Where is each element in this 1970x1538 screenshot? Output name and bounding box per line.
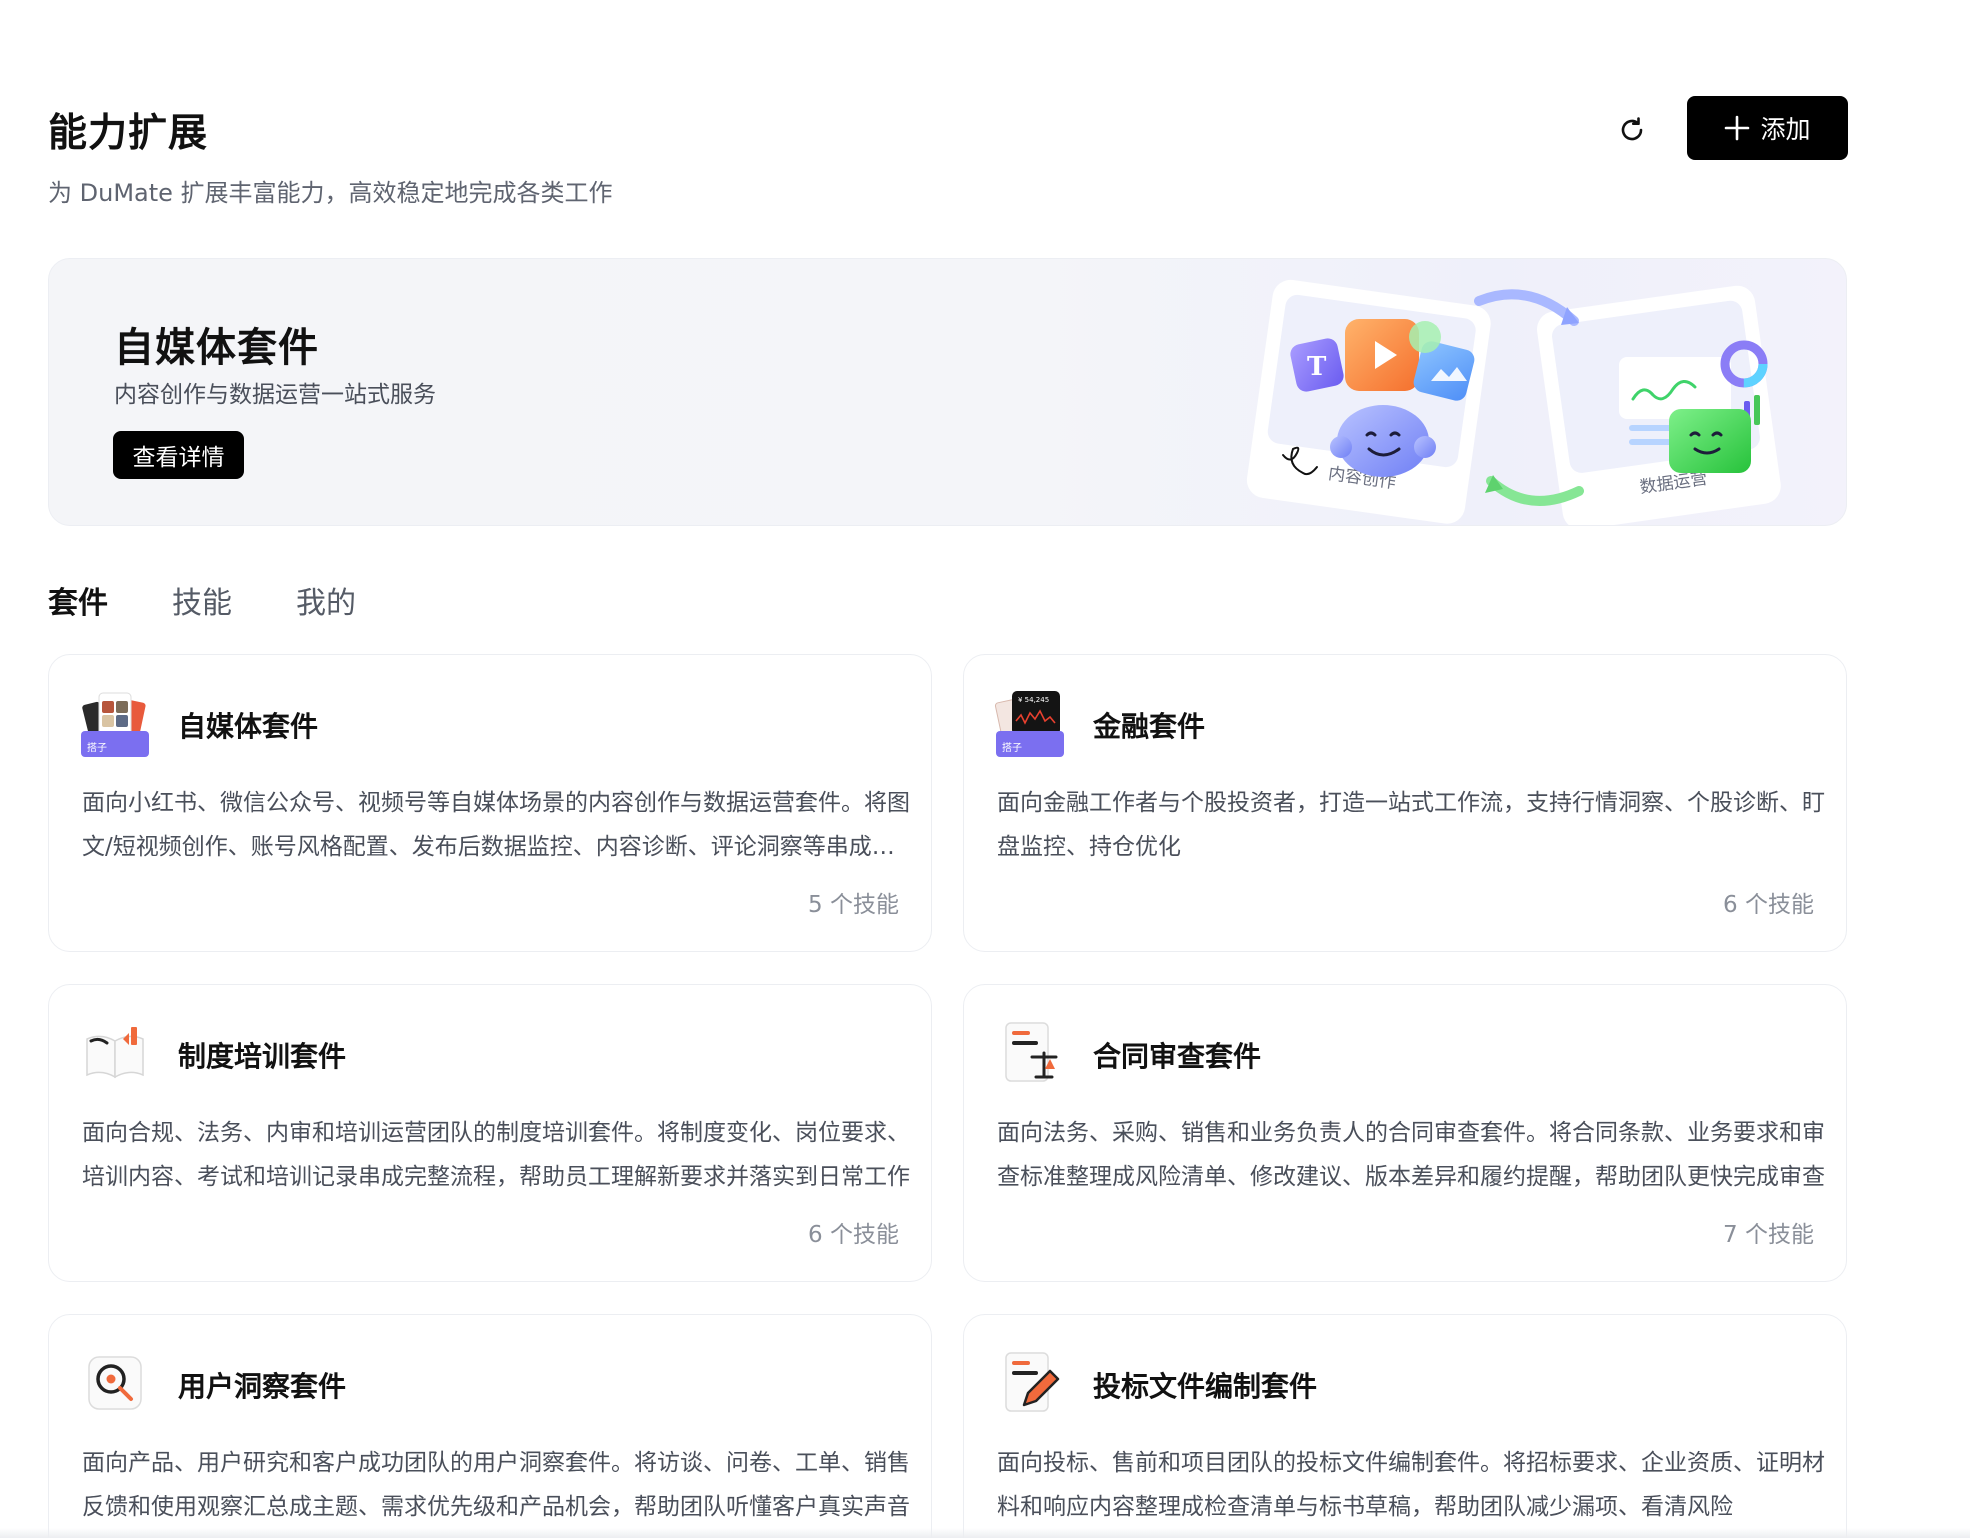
featured-banner: 自媒体套件 内容创作与数据运营一站式服务 查看详情 内容创作 数据运营 T bbox=[48, 258, 1847, 526]
kit-card-user-insight[interactable]: 用户洞察套件 面向产品、用户研究和客户成功团队的用户洞察套件。将访谈、问卷、工单… bbox=[48, 1314, 932, 1538]
card-description: 面向合规、法务、内审和培训运营团队的制度培训套件。将制度变化、岗位要求、培训内容… bbox=[82, 1120, 910, 1190]
banner-illustration: 内容创作 数据运营 T bbox=[1246, 279, 1781, 525]
card-title: 投标文件编制套件 bbox=[1093, 1370, 1318, 1403]
refresh-icon bbox=[1621, 117, 1643, 141]
card-description: 面向产品、用户研究和客户成功团队的用户洞察套件。将访谈、问卷、工单、销售反馈和使… bbox=[82, 1450, 910, 1520]
tab-bar: 套件 技能 我的 bbox=[48, 578, 356, 622]
refresh-button[interactable] bbox=[1608, 106, 1656, 154]
tab-mine[interactable]: 我的 bbox=[296, 578, 356, 622]
card-title: 自媒体套件 bbox=[178, 710, 319, 743]
finance-kit-icon: ¥ 54,245 搭子 bbox=[994, 691, 1064, 757]
add-button[interactable]: 添加 bbox=[1687, 96, 1848, 160]
card-title: 用户洞察套件 bbox=[178, 1370, 347, 1403]
icon-badge-label: 搭子 bbox=[1002, 741, 1022, 754]
card-description: 面向投标、售前和项目团队的投标文件编制套件。将招标要求、企业资质、证明材料和响应… bbox=[997, 1450, 1825, 1520]
extensions-page: 能力扩展 为 DuMate 扩展丰富能力，高效稳定地完成各类工作 添加 自媒体套… bbox=[48, 0, 1848, 1538]
plus-icon bbox=[1725, 115, 1750, 141]
page-subtitle: 为 DuMate 扩展丰富能力，高效稳定地完成各类工作 bbox=[48, 179, 613, 207]
banner-subtitle: 内容创作与数据运营一站式服务 bbox=[114, 382, 436, 408]
card-description: 面向金融工作者与个股投资者，打造一站式工作流，支持行情洞察、个股诊断、盯盘监控、… bbox=[997, 790, 1825, 860]
card-description: 面向法务、采购、销售和业务负责人的合同审查套件。将合同条款、业务要求和审查标准整… bbox=[997, 1120, 1825, 1190]
skill-count: 5 个技能 bbox=[808, 892, 899, 918]
skill-count: 6 个技能 bbox=[1723, 892, 1814, 918]
view-details-button[interactable]: 查看详情 bbox=[113, 431, 244, 479]
book-icon bbox=[86, 1027, 144, 1079]
icon-price-label: ¥ 54,245 bbox=[1018, 696, 1049, 704]
scroll-fade bbox=[0, 1528, 1970, 1538]
page-title: 能力扩展 bbox=[48, 111, 209, 156]
kit-card-media[interactable]: 搭子 自媒体套件 面向小红书、微信公众号、视频号等自媒体场景的内容创作与数据运营… bbox=[48, 654, 932, 952]
tab-kits[interactable]: 套件 bbox=[48, 578, 108, 622]
skill-count: 7 个技能 bbox=[1723, 1222, 1814, 1248]
kit-card-policy-training[interactable]: 制度培训套件 面向合规、法务、内审和培训运营团队的制度培训套件。将制度变化、岗位… bbox=[48, 984, 932, 1282]
card-title: 合同审查套件 bbox=[1093, 1040, 1262, 1073]
card-title: 制度培训套件 bbox=[178, 1040, 347, 1073]
card-description: 面向小红书、微信公众号、视频号等自媒体场景的内容创作与数据运营套件。将图文/短视… bbox=[82, 790, 910, 860]
kit-card-contract-review[interactable]: 合同审查套件 面向法务、采购、销售和业务负责人的合同审查套件。将合同条款、业务要… bbox=[963, 984, 1847, 1282]
card-title: 金融套件 bbox=[1093, 710, 1206, 743]
icon-badge-label: 搭子 bbox=[87, 741, 107, 754]
banner-title: 自媒体套件 bbox=[114, 325, 319, 371]
svg-text:T: T bbox=[1307, 352, 1327, 382]
page-header: 能力扩展 为 DuMate 扩展丰富能力，高效稳定地完成各类工作 添加 bbox=[48, 96, 1848, 216]
media-kit-icon: 搭子 bbox=[81, 692, 149, 757]
document-pen-icon bbox=[1005, 1352, 1060, 1412]
skill-count: 6 个技能 bbox=[808, 1222, 899, 1248]
magnifier-icon bbox=[88, 1356, 142, 1410]
kit-card-bid-document[interactable]: 投标文件编制套件 面向投标、售前和项目团队的投标文件编制套件。将招标要求、企业资… bbox=[963, 1314, 1847, 1538]
add-button-label: 添加 bbox=[1760, 115, 1811, 144]
kit-card-finance[interactable]: ¥ 54,245 搭子 金融套件 面向金融工作者与个股投资者，打造一站式工作流，… bbox=[963, 654, 1847, 952]
tab-skills[interactable]: 技能 bbox=[172, 578, 232, 622]
contract-scale-icon bbox=[1005, 1022, 1058, 1082]
